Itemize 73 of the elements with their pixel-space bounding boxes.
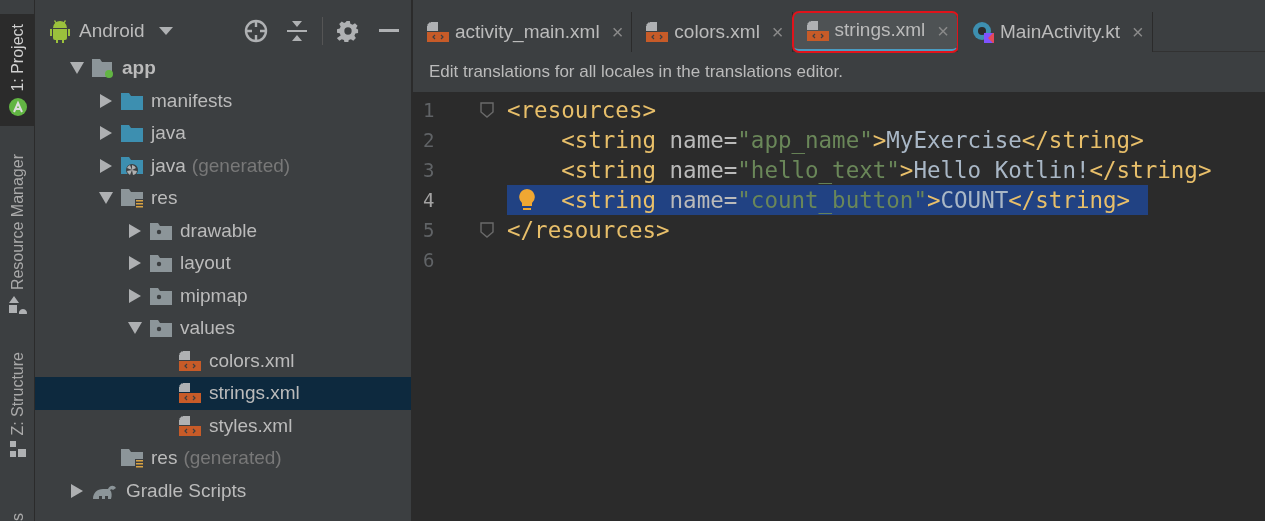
close-tab-button[interactable]: × [1132,17,1144,47]
generated-folder-icon [121,154,143,177]
collapsed-arrow-icon [129,256,141,271]
expanded-arrow-icon [128,322,142,335]
expanded-arrow-icon [70,62,84,75]
package-folder-icon [150,220,172,241]
code-line: <string name="count_button">COUNT</string> [561,186,1131,215]
view-selector[interactable]: Android [79,16,173,46]
xml-file-icon [427,22,449,42]
folder-icon [121,90,143,111]
kotlin-class-icon [972,21,995,43]
tree-item[interactable]: strings.xml [35,377,411,410]
code-line: <resources> [507,96,656,125]
line-number: 4 [422,187,436,213]
editor-tab[interactable]: activity_main.xml × [413,12,633,52]
collapsed-arrow-icon [100,93,112,108]
folder-icon [121,123,143,144]
structure-icon [9,441,26,458]
editor-tab[interactable]: MainActivity.kt × [958,12,1153,52]
resource-folder-icon [121,447,143,470]
tree-item[interactable]: manifests [35,84,411,117]
minimize-icon[interactable] [379,29,399,33]
close-tab-button[interactable]: × [611,17,624,47]
line-number: 5 [422,217,436,243]
code-line: </resources> [507,216,670,245]
tree-item[interactable]: res [35,182,411,215]
resource-folder-icon [121,187,143,210]
tree-item[interactable]: styles.xml [35,409,411,442]
code-line: <string name="app_name">MyExercise</string> [561,126,1144,155]
package-folder-icon [150,253,172,274]
dropdown-caret-icon [158,27,173,35]
xml-file-icon [646,22,669,42]
package-folder-icon [150,318,172,339]
xml-file-icon [179,415,201,436]
android-icon [49,19,71,43]
collapsed-arrow-icon [71,483,83,498]
collapsed-arrow-icon [100,126,112,141]
collapsed-arrow-icon [100,158,112,173]
expanded-arrow-icon [99,192,113,205]
tree-item[interactable]: values [35,312,411,345]
collapse-all-icon[interactable] [286,19,308,43]
tree-item[interactable]: java (generated) [35,149,411,182]
xml-file-icon [179,383,201,404]
settings-icon[interactable] [337,20,359,42]
code-line: <string name="hello_text">Hello Kotlin!</string> [561,156,1212,185]
line-number: 1 [422,97,436,123]
tree-item[interactable]: drawable [35,214,411,247]
close-tab-button[interactable]: × [771,17,784,47]
tree-item[interactable]: Gradle Scripts [35,474,411,507]
tree-item[interactable]: mipmap [35,279,411,312]
tool-window-tab[interactable]: s [5,513,30,521]
banner-text: Edit translations for all locales in the translations editor. [429,61,843,84]
shapes-icon [8,295,27,314]
collapsed-arrow-icon [129,223,141,238]
tree-item[interactable]: colors.xml [35,344,411,377]
line-number: 6 [422,247,436,273]
module-folder-icon [92,57,114,80]
locate-icon[interactable] [244,19,268,43]
tool-window-tab[interactable]: Z: Structure [5,351,30,436]
editor-tab[interactable]: strings.xml × [792,12,959,52]
tree-item[interactable]: java [35,117,411,150]
tool-window-tab[interactable]: Resource Manager [5,153,30,290]
editor-tab[interactable]: colors.xml × [632,12,793,52]
line-number: 3 [422,157,436,183]
line-number: 2 [422,127,436,153]
collapsed-arrow-icon [129,288,141,303]
tree-item[interactable]: app [35,52,411,85]
android-studio-icon [8,97,27,116]
tree-item[interactable]: res (generated) [35,442,411,475]
xml-file-icon [179,350,201,371]
tree-item[interactable]: layout [35,247,411,280]
package-folder-icon [150,285,172,306]
xml-file-icon [806,20,829,41]
